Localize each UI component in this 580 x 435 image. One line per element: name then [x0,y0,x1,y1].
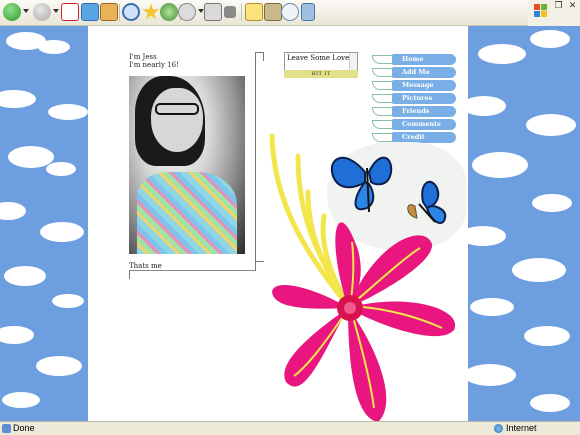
flower-graphic [269,133,456,421]
cloud [468,96,506,116]
intro-text: I'm Jess I'm nearly 16! [129,53,179,69]
nav-item-message[interactable]: Message [372,79,456,92]
cloud [470,298,514,316]
photo-shirt [137,172,237,254]
window-controls: _ ❐ ✕ [528,0,580,26]
cloud [532,194,572,212]
nav-label[interactable]: Comments [392,119,456,130]
nav-hook-decoration [372,81,394,90]
photo-caption: Thats me [129,262,162,270]
cloud-background-left [0,26,88,421]
profile-page: I'm Jess I'm nearly 16! Thats me Leave S… [88,26,468,421]
security-zone-text: Internet [506,423,537,433]
cloud [468,226,506,246]
toolbar-separator [119,4,120,21]
cloud [526,114,576,136]
close-icon[interactable]: ✕ [568,2,577,11]
nav-item-comments[interactable]: Comments [372,118,456,131]
flower-center-highlight [344,302,356,314]
intro-name: I'm Jess [129,53,157,61]
search-icon[interactable] [122,3,140,21]
refresh-icon[interactable] [81,3,99,21]
cloud [530,30,570,48]
media-icon[interactable] [160,3,178,21]
cloud [472,152,528,178]
toolbar-separator [241,4,242,21]
bluetooth-icon[interactable] [301,3,315,21]
nav-item-friends[interactable]: Friends [372,105,456,118]
caption-divider [129,270,256,271]
edit-icon[interactable] [224,6,236,18]
nav-hook-decoration [372,94,394,103]
cloud [40,222,84,242]
internet-zone-icon [494,424,503,433]
nav-hook-decoration [372,68,394,77]
cloud-background-right [468,26,580,421]
research-icon[interactable] [264,3,282,21]
nav-item-pictures[interactable]: Pictures [372,92,456,105]
frame-corner-top-right [255,52,264,61]
nav-hook-decoration [372,120,394,129]
cloud [468,364,516,386]
cloud [2,392,40,408]
back-dropdown-icon[interactable] [23,9,29,13]
stop-icon[interactable] [61,3,79,21]
nav-label[interactable]: Pictures [392,93,456,104]
windows-logo-icon [534,4,547,17]
nav-item-home[interactable]: Home [372,53,456,66]
cloud [0,90,36,108]
cloud [512,258,566,282]
history-icon[interactable] [178,3,196,21]
nav-label[interactable]: Home [392,54,456,65]
favorites-icon[interactable] [142,3,160,20]
nav-item-add-me[interactable]: Add Me [372,66,456,79]
cloud [48,104,88,120]
profile-nav: Home Add Me Message Pictures Friends Comments… [372,53,456,144]
nav-hook-decoration [372,55,394,64]
nav-label[interactable]: Friends [392,106,456,117]
forward-icon[interactable] [33,3,51,21]
home-icon[interactable] [100,3,118,21]
photo-glasses [155,103,199,115]
cloud [36,356,82,376]
intro-age: I'm nearly 16! [129,61,179,69]
print-icon[interactable] [204,3,222,21]
messenger-icon[interactable] [281,3,299,21]
photo-face [151,88,203,152]
frame-corner-bottom-right [255,261,264,270]
discuss-icon[interactable] [245,3,263,21]
page-status-icon [2,424,11,433]
cloud [0,326,34,344]
back-icon[interactable] [3,3,21,21]
cloud [524,326,570,346]
status-bar: Done Internet [0,421,580,435]
cloud [38,40,70,54]
comment-text: Leave Some Love [287,54,350,62]
flower-stamens [269,133,353,311]
cloud [46,162,76,176]
status-text: Done [13,423,35,433]
restore-icon[interactable]: ❐ [554,2,563,11]
submit-comment-button[interactable]: HIT IT [284,70,358,78]
cloud [530,394,570,412]
browser-toolbar: _ ❐ ✕ [0,0,580,26]
cloud [0,202,26,220]
nav-label[interactable]: Message [392,80,456,91]
nav-label[interactable]: Add Me [392,67,456,78]
cloud [478,44,526,64]
frame-corner-right [255,52,256,262]
forward-dropdown-icon[interactable] [53,9,59,13]
profile-photo [129,76,245,254]
cloud [52,294,84,308]
nav-hook-decoration [372,107,394,116]
frame-corner-bottom-left [129,270,138,279]
cloud [4,266,46,286]
